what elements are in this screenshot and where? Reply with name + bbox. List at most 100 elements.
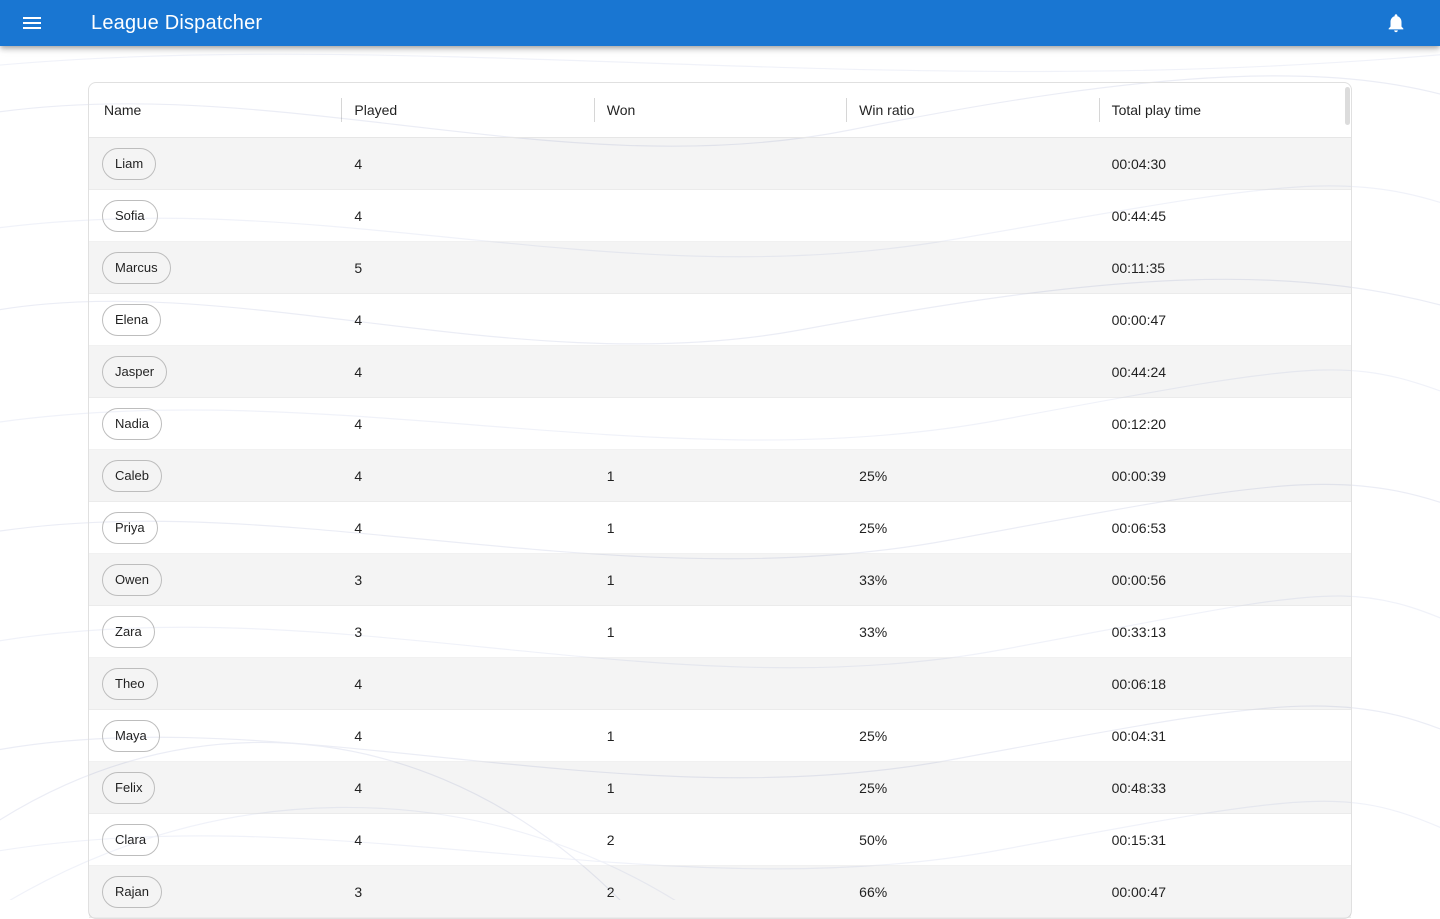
player-chip[interactable]: Caleb <box>102 459 162 492</box>
player-chip[interactable]: Maya <box>102 719 160 752</box>
column-header-label: Played <box>354 102 398 118</box>
player-chip[interactable]: Rajan <box>102 875 162 908</box>
column-header-label: Total play time <box>1111 102 1202 118</box>
cell-name: Clara <box>89 823 341 856</box>
cell-total-play-time: 00:44:45 <box>1111 207 1167 224</box>
table-scrollbar-thumb[interactable] <box>1345 87 1350 125</box>
player-chip[interactable]: Jasper <box>102 355 168 388</box>
cell-win-ratio: 25% <box>859 467 888 484</box>
cell-total-play-time: 00:15:31 <box>1111 831 1167 848</box>
cell-won: 2 <box>606 831 615 848</box>
cell-won: 2 <box>606 883 615 900</box>
column-header-win-ratio[interactable]: Win ratio <box>846 83 1098 137</box>
table-row[interactable]: Caleb 4 1 25% 00:00:39 <box>89 450 1351 502</box>
cell-name: Priya <box>89 511 341 544</box>
cell-total-play-time: 00:06:53 <box>1111 519 1167 536</box>
bell-icon <box>1385 12 1407 34</box>
cell-name: Maya <box>89 719 341 752</box>
player-chip[interactable]: Sofia <box>102 199 158 232</box>
player-chip[interactable]: Elena <box>102 303 162 336</box>
table-row[interactable]: Priya 4 1 25% 00:06:53 <box>89 502 1351 554</box>
column-separator <box>846 98 848 122</box>
cell-name: Zara <box>89 615 341 648</box>
table-row[interactable]: Maya 4 1 25% 00:04:31 <box>89 710 1351 762</box>
table-row[interactable]: Rajan 3 2 66% 00:00:47 <box>89 866 1351 918</box>
cell-played: 3 <box>354 883 363 900</box>
player-chip[interactable]: Owen <box>102 563 162 596</box>
cell-total-play-time: 00:44:24 <box>1111 363 1167 380</box>
cell-played: 4 <box>354 363 363 380</box>
cell-name: Liam <box>89 147 341 180</box>
cell-name: Jasper <box>89 355 341 388</box>
notifications-button[interactable] <box>1376 3 1416 43</box>
column-header-label: Name <box>104 102 142 118</box>
player-chip[interactable]: Zara <box>102 615 155 648</box>
cell-played: 4 <box>354 675 363 692</box>
player-chip[interactable]: Felix <box>102 771 156 804</box>
cell-total-play-time: 00:06:18 <box>1111 675 1167 692</box>
cell-name: Felix <box>89 771 341 804</box>
cell-played: 4 <box>354 415 363 432</box>
player-chip[interactable]: Theo <box>102 667 158 700</box>
table-body: Liam 4 00:04:30 Sofia 4 00:44:45 Marcus 5 00:11:… <box>89 138 1351 918</box>
table-row[interactable]: Sofia 4 00:44:45 <box>89 190 1351 242</box>
cell-played: 4 <box>354 779 363 796</box>
cell-total-play-time: 00:11:35 <box>1111 259 1166 276</box>
player-chip[interactable]: Marcus <box>102 251 171 284</box>
column-header-label: Won <box>606 102 636 118</box>
cell-name: Caleb <box>89 459 341 492</box>
table-row[interactable]: Jasper 4 00:44:24 <box>89 346 1351 398</box>
column-header-won[interactable]: Won <box>593 83 846 137</box>
cell-name: Nadia <box>89 407 341 440</box>
cell-played: 3 <box>354 623 363 640</box>
table-row[interactable]: Felix 4 1 25% 00:48:33 <box>89 762 1351 814</box>
table-row[interactable]: Marcus 5 00:11:35 <box>89 242 1351 294</box>
cell-played: 4 <box>354 519 363 536</box>
cell-won: 1 <box>606 519 615 536</box>
column-header-total-play-time[interactable]: Total play time <box>1098 83 1351 137</box>
column-header-played[interactable]: Played <box>341 83 593 137</box>
cell-total-play-time: 00:33:13 <box>1111 623 1167 640</box>
cell-total-play-time: 00:12:20 <box>1111 415 1167 432</box>
cell-won: 1 <box>606 727 615 744</box>
table-row[interactable]: Liam 4 00:04:30 <box>89 138 1351 190</box>
table-row[interactable]: Theo 4 00:06:18 <box>89 658 1351 710</box>
table-row[interactable]: Owen 3 1 33% 00:00:56 <box>89 554 1351 606</box>
column-separator <box>341 98 343 122</box>
cell-name: Sofia <box>89 199 341 232</box>
cell-total-play-time: 00:00:39 <box>1111 467 1167 484</box>
player-chip[interactable]: Nadia <box>102 407 162 440</box>
cell-win-ratio: 25% <box>859 727 888 744</box>
cell-won: 1 <box>606 467 615 484</box>
player-chip[interactable]: Liam <box>102 147 157 180</box>
league-table: Name Played Won Win ratio Total play tim… <box>88 82 1352 919</box>
menu-button[interactable] <box>12 3 52 43</box>
cell-played: 4 <box>354 467 363 484</box>
cell-played: 4 <box>354 155 363 172</box>
player-chip[interactable]: Clara <box>102 823 160 856</box>
cell-played: 3 <box>354 571 363 588</box>
cell-total-play-time: 00:00:47 <box>1111 311 1167 328</box>
column-separator <box>593 98 595 122</box>
table-row[interactable]: Clara 4 2 50% 00:15:31 <box>89 814 1351 866</box>
player-chip[interactable]: Priya <box>102 511 158 544</box>
table-row[interactable]: Zara 3 1 33% 00:33:13 <box>89 606 1351 658</box>
cell-win-ratio: 50% <box>859 831 888 848</box>
table-row[interactable]: Elena 4 00:00:47 <box>89 294 1351 346</box>
cell-played: 4 <box>354 207 363 224</box>
cell-won: 1 <box>606 571 615 588</box>
cell-name: Theo <box>89 667 341 700</box>
column-separator <box>1098 98 1100 122</box>
cell-total-play-time: 00:04:31 <box>1111 727 1167 744</box>
table-header-row: Name Played Won Win ratio Total play tim… <box>89 83 1351 138</box>
cell-played: 4 <box>354 831 363 848</box>
column-header-name[interactable]: Name <box>89 83 341 137</box>
cell-name: Rajan <box>89 875 341 908</box>
cell-total-play-time: 00:04:30 <box>1111 155 1167 172</box>
app-bar: League Dispatcher <box>0 0 1440 46</box>
column-header-label: Win ratio <box>859 102 915 118</box>
cell-name: Marcus <box>89 251 341 284</box>
table-row[interactable]: Nadia 4 00:12:20 <box>89 398 1351 450</box>
cell-win-ratio: 66% <box>859 883 888 900</box>
cell-total-play-time: 00:00:47 <box>1111 883 1167 900</box>
